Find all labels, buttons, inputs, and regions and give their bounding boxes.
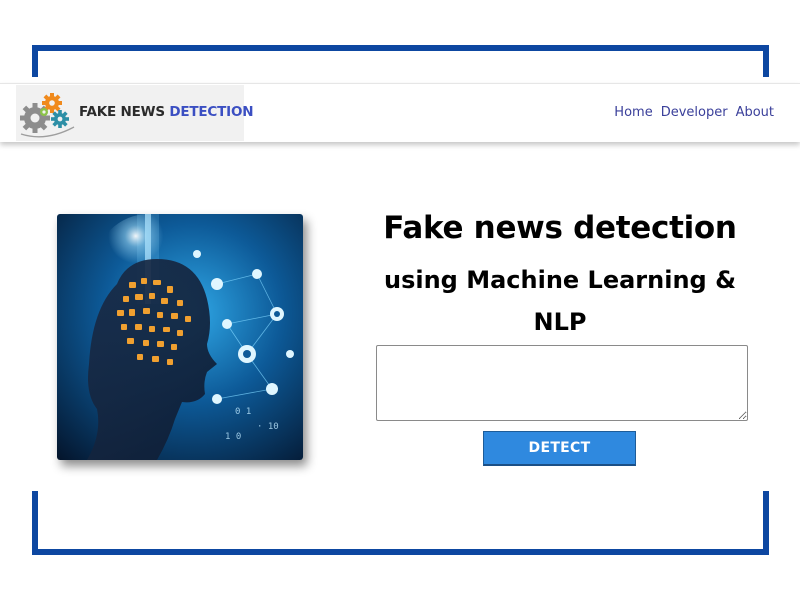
news-text-input[interactable]	[376, 345, 748, 421]
hero-image: 0 1 · 10 1 0	[57, 214, 303, 460]
nav-about-link[interactable]: About	[736, 105, 774, 120]
frame-top-left	[32, 45, 38, 77]
frame-top-bar	[32, 45, 769, 51]
nav-developer-link[interactable]: Developer	[661, 105, 728, 120]
logo-text: FAKE NEWS DETECTION	[79, 104, 254, 120]
frame-bottom-right	[763, 491, 769, 555]
detect-button[interactable]: DETECT	[483, 431, 636, 466]
page: FAKE NEWS DETECTION Home Developer About	[0, 0, 800, 600]
navbar: FAKE NEWS DETECTION Home Developer About	[0, 83, 800, 142]
nav-links: Home Developer About	[614, 105, 774, 120]
ai-head-network-illustration: 0 1 · 10 1 0	[57, 214, 303, 460]
frame-bottom-bar	[32, 549, 769, 555]
svg-text:1 0: 1 0	[225, 432, 241, 442]
gears-icon	[20, 93, 75, 138]
frame-top-right	[763, 45, 769, 77]
page-title: Fake news detection	[383, 210, 737, 246]
logo-word-detection: DETECTION	[169, 104, 254, 120]
svg-text:· 10: · 10	[257, 422, 279, 432]
frame-bottom-left	[32, 491, 38, 555]
site-logo[interactable]: FAKE NEWS DETECTION	[16, 85, 254, 141]
svg-text:0 1: 0 1	[235, 407, 251, 417]
page-subtitle: using Machine Learning & NLP	[383, 266, 737, 336]
nav-home-link[interactable]: Home	[614, 105, 652, 120]
logo-word-fake-news: FAKE NEWS	[79, 104, 170, 120]
